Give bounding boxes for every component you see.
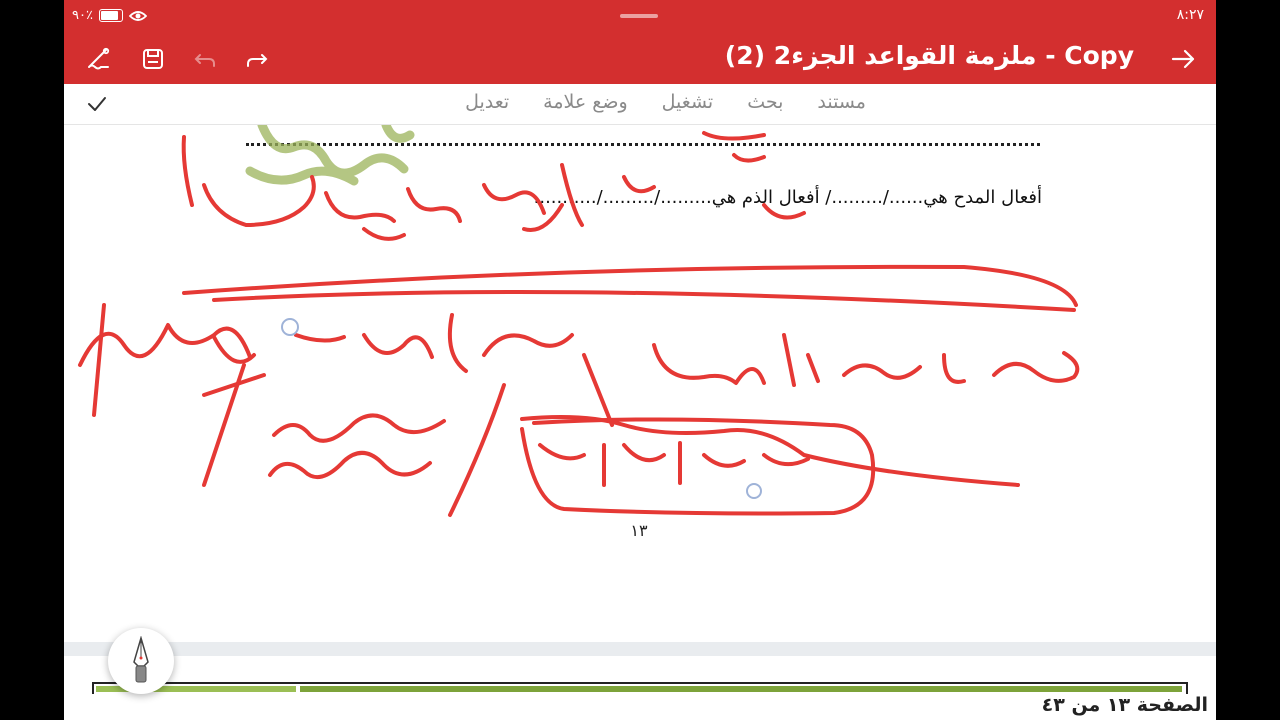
- tab-search[interactable]: بحث: [747, 91, 783, 113]
- thumbnail-right: [300, 686, 1182, 692]
- battery-percent: ٩٠٪: [72, 8, 93, 23]
- undo-icon[interactable]: [192, 46, 218, 72]
- page-separator: [64, 642, 1216, 656]
- highlighter-strokes: [245, 125, 415, 186]
- tab-document[interactable]: مستند: [817, 91, 866, 113]
- redo-icon[interactable]: [244, 46, 270, 72]
- pen-draw-icon[interactable]: [86, 46, 112, 72]
- tab-bookmark[interactable]: وضع علامة: [543, 91, 628, 113]
- pen-tool-button[interactable]: [108, 628, 174, 694]
- cursor-circle-icon-2: [746, 483, 762, 499]
- checkmark-icon[interactable]: [86, 93, 108, 115]
- dotted-line: [246, 143, 1040, 146]
- save-icon[interactable]: [140, 46, 166, 72]
- document-text-line: أفعال المدح هي....../........./ أفعال ال…: [533, 187, 1042, 208]
- document-title: ملزمة القواعد الجزء2 (2) - Copy: [724, 41, 1134, 70]
- page-thumbnail-strip[interactable]: [92, 682, 1188, 694]
- tab-play[interactable]: تشغيل: [662, 91, 714, 113]
- app-screen: ٩٠٪ ٨:٢٧ ملزمة القواعد الجزء2 (2) - Copy…: [64, 0, 1216, 720]
- status-time: ٨:٢٧: [1176, 7, 1204, 23]
- cursor-circle-icon: [281, 318, 299, 336]
- eye-icon: [128, 10, 147, 21]
- tab-edit[interactable]: تعديل: [465, 91, 509, 113]
- back-arrow-icon[interactable]: [1170, 46, 1196, 72]
- status-indicators: ٩٠٪: [72, 8, 147, 23]
- page-indicator: الصفحة ١٣ من ٤٣: [1041, 694, 1208, 716]
- menu-bar: مستند بحث تشغيل وضع علامة تعديل: [64, 84, 1216, 125]
- fountain-pen-icon: [133, 636, 149, 683]
- menu-tabs: مستند بحث تشغيل وضع علامة تعديل: [465, 91, 866, 113]
- footer: الصفحة ١٣ من ٤٣: [64, 656, 1216, 720]
- drag-handle[interactable]: [620, 14, 658, 18]
- title-bar: ٩٠٪ ٨:٢٧ ملزمة القواعد الجزء2 (2) - Copy: [64, 0, 1216, 84]
- page-number: ١٣: [630, 521, 648, 540]
- battery-icon: [98, 9, 123, 22]
- document-page[interactable]: أفعال المدح هي....../........./ أفعال ال…: [64, 125, 1216, 645]
